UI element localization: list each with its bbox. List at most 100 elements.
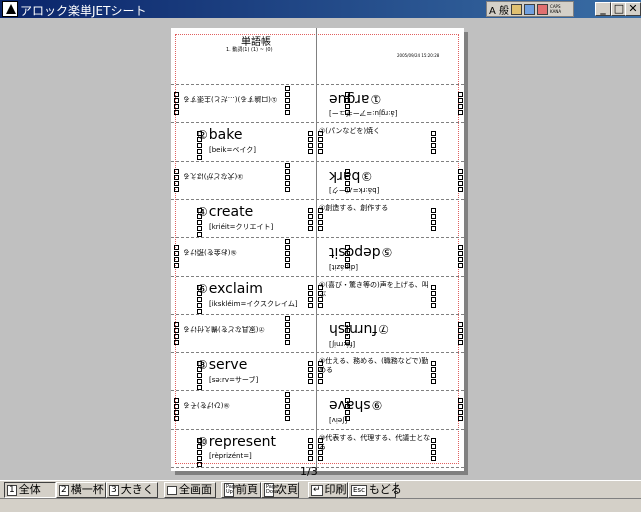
cut-line (171, 198, 464, 200)
close-button[interactable]: ✕ (625, 2, 641, 16)
check-boxes (197, 207, 202, 237)
check-boxes (197, 131, 202, 161)
word-heading: ④ create (197, 204, 253, 220)
ime-mode-label[interactable]: A 般 (489, 2, 509, 17)
cut-line (171, 84, 464, 85)
check-boxes (345, 168, 350, 192)
preview-area[interactable]: 単語帳 1. 動詞(1) (1) ~ (0) 2005/09/24 15:20:… (0, 18, 641, 480)
check-boxes (197, 361, 202, 391)
check-boxes (345, 245, 350, 269)
meaning: ③(犬などが)ほえる (183, 171, 244, 180)
check-boxes (308, 361, 313, 385)
cut-line (171, 428, 464, 430)
word-heading: ② bake (197, 127, 242, 143)
check-boxes (174, 92, 179, 115)
vocab-word: bake (208, 127, 243, 144)
pronunciation: [beik=ベイク] (209, 146, 256, 155)
word-heading: ③ bark (329, 168, 372, 184)
word-card: ⑧ serve [sə:rv=サーブ] ⑧仕える、務める、(職務などで)勤める (171, 353, 464, 391)
word-number: ⑤ (381, 245, 393, 260)
check-boxes (318, 131, 323, 155)
check-boxes (458, 168, 463, 192)
pronunciation: [á:rgju:=アーギュー] (329, 109, 398, 117)
app-icon[interactable] (2, 1, 18, 17)
settings-icon[interactable] (524, 3, 536, 15)
meaning: ⑧仕える、務める、(職務などで)勤める (319, 357, 429, 375)
check-boxes (308, 131, 313, 155)
word-card: ③(犬などが)ほえる ③ bark [bá:rk=バーク] (171, 162, 464, 200)
vocab-word: represent (208, 433, 277, 450)
meaning: ⑩代表する、代理する、代議士となる (319, 433, 431, 451)
word-heading: ① argue (329, 91, 381, 107)
title-bar: アロック楽単JETシート A 般 CAPS KANA _ □ ✕ (0, 0, 641, 18)
vocab-word: create (208, 203, 254, 220)
word-heading: ⑤ deposit (329, 244, 392, 260)
cut-line (171, 122, 464, 124)
vocab-word: furnish (329, 320, 378, 337)
print-button[interactable]: ↵ 印刷 (308, 482, 348, 498)
cut-line (171, 275, 464, 277)
vocab-word: exclaim (208, 280, 263, 297)
word-card: ①(口論する)(…だと)主張する ① argue [á:rgju:=アーギュー] (171, 85, 464, 123)
check-boxes (458, 321, 463, 345)
word-card: ⑤(お金を)預ける ⑤ deposit [dipázit] (171, 238, 464, 276)
next-page-button[interactable]: Page Down 次頁 (261, 482, 299, 498)
cut-line (171, 313, 464, 315)
check-boxes (308, 284, 313, 308)
meaning: ④創造する、創作する (319, 203, 389, 212)
check-boxes (345, 321, 350, 345)
meaning: ⑨(ひげを)そる (183, 401, 230, 410)
word-heading: ⑩ represent (197, 434, 276, 450)
view-large-button[interactable]: 3 大きく (106, 482, 158, 498)
check-boxes (318, 437, 323, 461)
word-heading: ⑨ shave (329, 397, 382, 413)
check-boxes (308, 437, 313, 461)
check-boxes (458, 92, 463, 115)
vocab-word: serve (208, 357, 248, 374)
word-card: ⑩ represent [rèprizént=] ⑩代表する、代理する、代議士となる (171, 430, 464, 468)
prev-page-button[interactable]: Page Up 前頁 (221, 482, 261, 498)
help-icon[interactable] (537, 3, 549, 15)
check-boxes (285, 239, 290, 269)
check-boxes (345, 92, 350, 115)
meaning: ①(口論する)(…だと)主張する (183, 95, 278, 103)
view-whole-button[interactable]: 1 全体 (4, 482, 56, 498)
pronunciation: [bá:rk=バーク] (329, 185, 380, 194)
word-heading: ⑥ exclaim (197, 281, 263, 297)
pronunciation: [kriéit=クリエイト] (209, 222, 274, 231)
print-preview-page: 単語帳 1. 動詞(1) (1) ~ (0) 2005/09/24 15:20:… (171, 28, 464, 471)
caps-kana-indicator: CAPS KANA (550, 4, 562, 14)
check-boxes (431, 207, 436, 231)
check-boxes (431, 361, 436, 385)
minimize-button[interactable]: _ (595, 2, 611, 16)
check-boxes (285, 162, 290, 192)
ime-toolbar[interactable]: A 般 CAPS KANA (486, 1, 574, 17)
word-card: ⑨(ひげを)そる ⑨ shave [ʃeiv] (171, 391, 464, 429)
view-fit-width-button[interactable]: 2 横一杯 (56, 482, 106, 498)
check-boxes (318, 361, 323, 385)
dictionary-icon[interactable] (511, 3, 523, 15)
fullscreen-button[interactable]: 全画面 (164, 482, 216, 498)
sheet-date: 2005/09/24 15:20:28 (397, 53, 440, 58)
word-card: ② bake [beik=ベイク] ②(パンなどを)焼く (171, 123, 464, 161)
word-card: ⑦(家具などを)備え付ける ⑦ furnish [fə́:rniʃ] (171, 315, 464, 353)
cut-line (171, 352, 464, 354)
word-card: ④ create [kriéit=クリエイト] ④創造する、創作する (171, 200, 464, 238)
word-heading: ⑧ serve (197, 357, 247, 373)
word-heading: ⑦ furnish (329, 321, 389, 337)
check-boxes (458, 398, 463, 422)
pronunciation: [fə́:rniʃ] (329, 339, 356, 348)
status-bar (0, 498, 641, 512)
word-number: ③ (361, 168, 373, 183)
check-boxes (174, 398, 179, 422)
check-boxes (318, 207, 323, 231)
check-boxes (285, 86, 290, 115)
check-boxes (345, 398, 350, 422)
cut-line (171, 237, 464, 239)
sheet-subtitle: 1. 動詞(1) (1) ~ (0) (226, 47, 273, 53)
check-boxes (431, 437, 436, 461)
word-number: ⑨ (371, 398, 383, 413)
check-boxes (197, 284, 202, 314)
check-boxes (285, 392, 290, 422)
back-button[interactable]: Esc もどる (348, 482, 402, 498)
